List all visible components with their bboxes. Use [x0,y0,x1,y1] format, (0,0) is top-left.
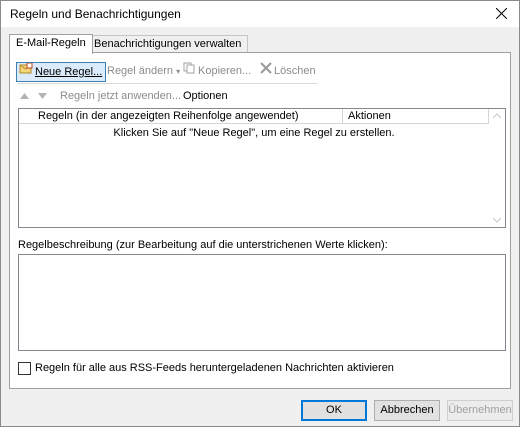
copy-icon [183,62,196,80]
ok-label: OK [326,404,342,416]
move-down-button[interactable] [38,88,47,104]
rules-list[interactable]: Regeln (in der angezeigten Reihenfolge a… [18,108,506,228]
scroll-up-icon [493,113,501,119]
ok-button[interactable]: OK [301,400,367,421]
rss-rules-checkbox-label: Regeln für alle aus RSS-Feeds herunterge… [35,362,394,374]
apply-rules-now-label: Regeln jetzt anwenden... [60,90,182,102]
tab-email-rules[interactable]: E-Mail-Regeln [9,34,93,54]
apply-button[interactable]: Übernehmen [447,400,513,421]
close-icon [496,8,507,19]
cancel-label: Abbrechen [380,404,434,416]
apply-label: Übernehmen [448,404,512,416]
column-header-rules[interactable]: Regeln (in der angezeigten Reihenfolge a… [19,109,343,124]
copy-button[interactable]: Kopieren... [183,62,251,80]
empty-list-message: Klicken Sie auf "Neue Regel", um eine Re… [113,127,395,139]
rss-rules-checkbox[interactable] [18,362,31,375]
change-rule-label: Regel ändern [107,65,174,77]
tab-strip: E-Mail-Regeln Benachrichtigungen verwalt… [9,34,509,54]
arrow-up-icon [20,93,29,99]
new-rule-label: Neue Regel... [35,66,103,78]
delete-icon [260,62,272,80]
rule-description-text: Regelbeschreibung (zur Bearbeitung auf d… [18,239,388,251]
close-button[interactable] [491,4,513,24]
tab-label: E-Mail-Regeln [16,37,86,49]
column-header-actions[interactable]: Aktionen [343,109,489,124]
chevron-down-icon: ▾ [176,67,181,76]
delete-label: Löschen [274,65,316,77]
change-rule-dropdown[interactable]: Regel ändern ▾ [107,62,180,80]
column-header-label: Aktionen [348,110,391,122]
delete-button[interactable]: Löschen [260,62,316,80]
options-label: Optionen [183,90,228,102]
rule-description-box[interactable] [18,254,506,351]
cancel-button[interactable]: Abbrechen [374,400,440,421]
email-rules-panel: Neue Regel... Regel ändern ▾ Kopieren...… [9,52,511,389]
rules-dialog: Regeln und Benachrichtigungen E-Mail-Reg… [0,0,520,427]
title-bar: Regeln und Benachrichtigungen [1,1,519,27]
toolbar-separator [18,83,318,84]
tab-manage-notifications[interactable]: Benachrichtigungen verwalten [87,35,249,53]
window-title: Regeln und Benachrichtigungen [10,7,181,21]
options-button[interactable]: Optionen [183,88,228,104]
new-rule-button[interactable]: Neue Regel... [16,62,107,82]
new-rule-icon [19,62,33,81]
move-up-button[interactable] [20,88,29,104]
column-header-label: Regeln (in der angezeigten Reihenfolge a… [38,110,299,122]
tab-label: Benachrichtigungen verwalten [94,38,242,50]
arrow-down-icon [38,93,47,99]
copy-label: Kopieren... [198,65,252,77]
apply-rules-now-button[interactable]: Regeln jetzt anwenden... [60,88,181,104]
scroll-down-icon [493,217,501,223]
rule-description-label: Regelbeschreibung (zur Bearbeitung auf d… [18,239,388,251]
vertical-scrollbar[interactable] [489,109,505,227]
